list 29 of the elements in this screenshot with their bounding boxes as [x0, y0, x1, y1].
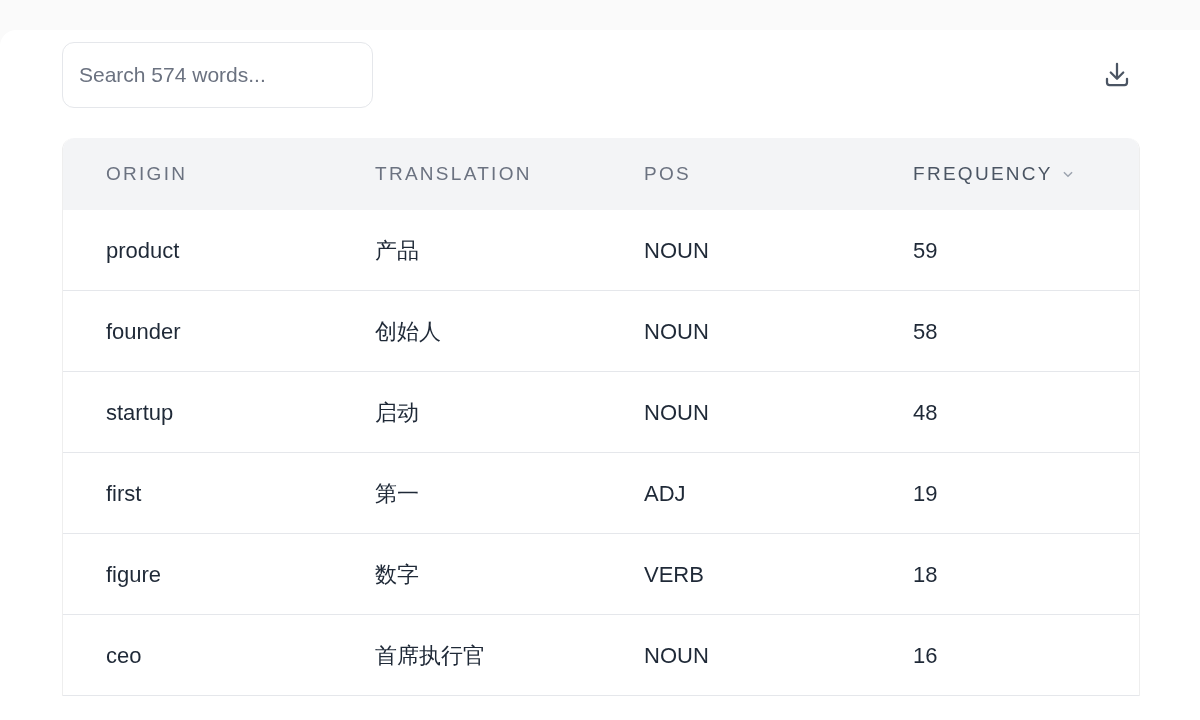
search-field[interactable]: Search 574 words... — [62, 42, 373, 108]
table-cell: first — [106, 480, 142, 506]
table-cell: NOUN — [644, 318, 709, 344]
table-cell: 19 — [913, 480, 938, 506]
table-cell: 58 — [913, 318, 938, 344]
table-cell: 启动 — [375, 399, 419, 425]
column-header: TRANSLATION — [375, 161, 532, 186]
table-cell: 首席执行官 — [375, 642, 485, 668]
table-cell: startup — [106, 399, 174, 425]
table-cell: 48 — [913, 399, 938, 425]
column-header[interactable]: FREQUENCY — [913, 159, 1053, 189]
table-cell: figure — [106, 561, 162, 587]
column-header: ORIGIN — [106, 161, 188, 186]
table-cell: VERB — [644, 561, 704, 587]
table-cell: 第一 — [375, 480, 419, 506]
table-cell: 数字 — [375, 561, 419, 587]
column-header: POS — [644, 161, 691, 186]
table-cell: 16 — [913, 642, 938, 668]
table-cell: ADJ — [644, 480, 686, 506]
table-cell: NOUN — [644, 237, 709, 263]
table-cell: 产品 — [375, 237, 419, 263]
table-cell: ceo — [106, 642, 142, 668]
table-cell: founder — [106, 318, 181, 344]
table-cell: NOUN — [644, 642, 709, 668]
table-cell: NOUN — [644, 399, 709, 425]
table-cell: product — [106, 237, 180, 263]
table-cell: 59 — [913, 237, 938, 263]
table-cell: 创始人 — [375, 318, 441, 344]
table-cell: 18 — [913, 561, 938, 587]
